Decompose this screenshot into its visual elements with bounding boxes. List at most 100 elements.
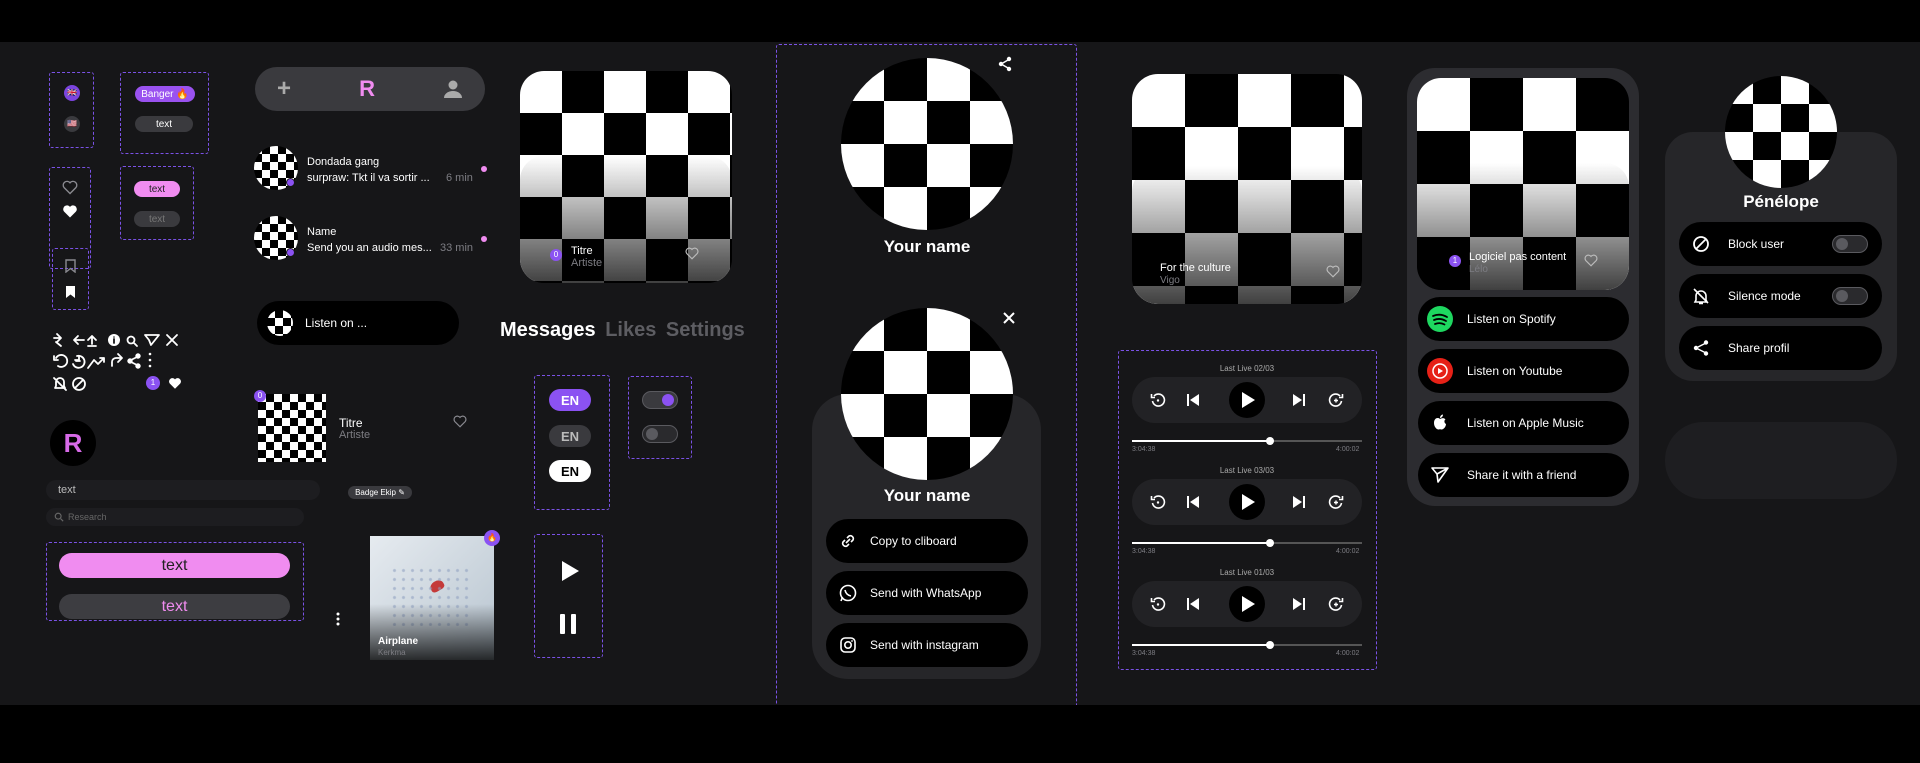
copy-clipboard-button[interactable]: Copy to cliboard: [826, 519, 1028, 563]
progress-fill: [1132, 542, 1270, 544]
play-button[interactable]: [1229, 382, 1265, 418]
track-cover[interactable]: [258, 394, 326, 462]
switch-on[interactable]: [642, 391, 678, 409]
progress-track[interactable]: [1132, 437, 1362, 445]
progress-track[interactable]: [1132, 641, 1362, 649]
tab-messages[interactable]: Messages: [500, 319, 596, 341]
share-profil-row[interactable]: Share profil: [1679, 326, 1882, 370]
next-icon[interactable]: [1292, 393, 1306, 407]
time-start: 3:04:38: [1132, 548, 1156, 555]
heart-filled-icon[interactable]: [62, 204, 78, 219]
tab-likes[interactable]: Likes: [605, 319, 656, 341]
listen-on-pill[interactable]: Listen on ...: [257, 301, 459, 345]
flag-uk-icon[interactable]: 🇬🇧: [64, 85, 80, 101]
time-start: 3:04:38: [1132, 650, 1156, 657]
bookmark-filled-icon[interactable]: [65, 285, 76, 299]
tab-settings[interactable]: Settings: [666, 319, 745, 341]
nav-logo[interactable]: R: [359, 76, 375, 102]
primary-button[interactable]: text: [59, 553, 290, 578]
culture-sub: Vigo: [1160, 275, 1180, 286]
flag-us-icon[interactable]: 🇺🇸: [64, 116, 80, 132]
link-icon: [841, 534, 855, 548]
player-controls: [1132, 479, 1362, 525]
lang-toggle-light[interactable]: EN: [549, 460, 591, 482]
badge-text: text: [135, 116, 193, 132]
more-vertical-icon[interactable]: [336, 612, 340, 626]
previous-icon[interactable]: [1186, 597, 1200, 611]
youtube-button[interactable]: Listen on Youtube: [1418, 349, 1629, 393]
heart-small-icon[interactable]: [168, 377, 182, 390]
time-start: 3:04:38: [1132, 446, 1156, 453]
online-dot: [286, 248, 295, 257]
user-avatar[interactable]: [1725, 76, 1837, 188]
next-icon[interactable]: [1292, 597, 1306, 611]
whatsapp-icon: [839, 584, 857, 602]
apple-music-button[interactable]: Listen on Apple Music: [1418, 401, 1629, 445]
silence-mode-label: Silence mode: [1728, 289, 1801, 303]
song-title: Titre: [571, 245, 593, 257]
spotify-button[interactable]: Listen on Spotify: [1418, 297, 1629, 341]
replay-icon[interactable]: [1150, 392, 1166, 408]
silence-mode-switch[interactable]: [1832, 287, 1868, 305]
whatsapp-button[interactable]: Send with WhatsApp: [826, 571, 1028, 615]
lang-toggle-active[interactable]: EN: [549, 389, 591, 411]
secondary-button[interactable]: text: [59, 594, 290, 619]
tab-bar: Messages Likes Settings: [500, 319, 745, 342]
switch-off[interactable]: [642, 425, 678, 443]
spotify-label: Listen on Spotify: [1467, 312, 1556, 326]
block-user-switch[interactable]: [1832, 235, 1868, 253]
share-profil-label: Share profil: [1728, 341, 1790, 355]
profile-avatar[interactable]: [841, 58, 1013, 230]
whatsapp-label: Send with WhatsApp: [870, 586, 982, 600]
next-icon[interactable]: [1292, 495, 1306, 509]
replay-icon[interactable]: [1150, 494, 1166, 510]
plus-icon[interactable]: +: [277, 75, 291, 103]
lang-toggle-inactive[interactable]: EN: [549, 425, 591, 447]
forward-icon[interactable]: [1328, 494, 1344, 510]
progress-knob[interactable]: [1266, 539, 1274, 547]
live-label: Last Live 01/03: [1219, 568, 1275, 577]
search-input[interactable]: Research: [46, 508, 304, 526]
culture-title: For the culture: [1160, 262, 1231, 274]
replay-icon[interactable]: [1150, 596, 1166, 612]
heart-outline-icon[interactable]: [453, 415, 467, 428]
bookmark-outline-icon[interactable]: [65, 259, 76, 273]
profile-icon[interactable]: [443, 79, 463, 99]
song-share-artist: Lélo: [1469, 264, 1488, 275]
design-canvas: 🇬🇧 🇺🇸 Banger 🔥 text text text 1 R text R…: [0, 42, 1920, 705]
switch-group: [628, 376, 692, 459]
forward-icon[interactable]: [1328, 392, 1344, 408]
share-icon[interactable]: [997, 56, 1013, 72]
text-input[interactable]: text: [46, 480, 320, 500]
previous-icon[interactable]: [1186, 393, 1200, 407]
heart-outline-icon[interactable]: [1326, 265, 1340, 278]
play-button[interactable]: [1229, 484, 1265, 520]
bell-off-icon: [1693, 288, 1709, 305]
live-label: Last Live 02/03: [1219, 364, 1275, 373]
heart-outline-icon[interactable]: [685, 247, 699, 260]
progress-track[interactable]: [1132, 539, 1362, 547]
previous-icon[interactable]: [1186, 495, 1200, 509]
apple-icon: [1434, 414, 1446, 430]
pause-icon[interactable]: [559, 613, 577, 635]
progress-fill: [1132, 644, 1270, 646]
play-icon[interactable]: [560, 560, 580, 582]
listen-label: Listen on ...: [305, 316, 368, 330]
forward-icon[interactable]: [1328, 596, 1344, 612]
play-icon: [1242, 392, 1255, 408]
track-count-badge: 0: [254, 390, 266, 402]
progress-knob[interactable]: [1266, 437, 1274, 445]
heart-outline-icon[interactable]: [1584, 254, 1598, 267]
share-friend-button[interactable]: Share it with a friend: [1418, 453, 1629, 497]
close-icon[interactable]: [1002, 311, 1016, 325]
switch-knob: [662, 394, 674, 406]
heart-outline-icon[interactable]: [62, 180, 78, 195]
progress-knob[interactable]: [1266, 641, 1274, 649]
sheet-name: Your name: [883, 486, 971, 505]
conversation-preview: surpraw: Tkt il va sortir ...: [307, 172, 430, 184]
live-label: Last Live 03/03: [1219, 466, 1275, 475]
share-icon: [1693, 340, 1709, 356]
sheet-avatar: [841, 308, 1013, 480]
instagram-button[interactable]: Send with instagram: [826, 623, 1028, 667]
play-button[interactable]: [1229, 586, 1265, 622]
